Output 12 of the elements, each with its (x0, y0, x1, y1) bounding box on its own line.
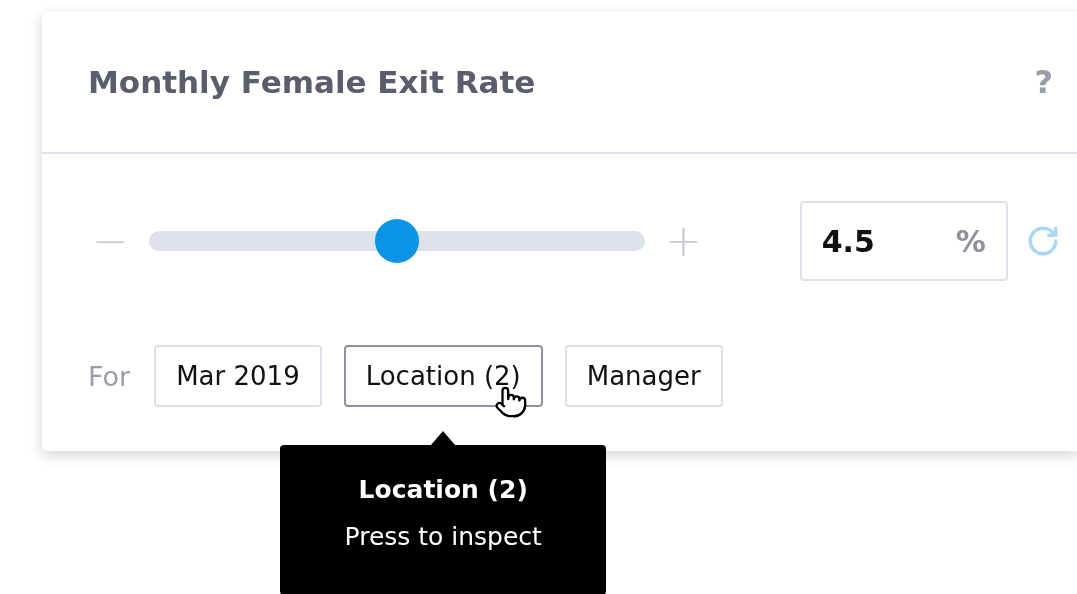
tooltip-title: Location (2) (358, 475, 528, 504)
value-input-field[interactable]: 4.5 % (799, 201, 1008, 281)
filter-label: For (88, 360, 131, 392)
value-text: 4.5 (821, 223, 875, 259)
filter-button[interactable]: Manager (564, 345, 723, 407)
unit-label: % (955, 223, 986, 259)
filter-button[interactable]: Location (2) (343, 345, 543, 407)
tooltip-text: Press to inspect (344, 522, 542, 551)
card-title: Monthly Female Exit Rate (88, 64, 536, 100)
filter-button[interactable]: Mar 2019 (154, 345, 322, 407)
slider-track[interactable] (148, 219, 645, 263)
slider-thumb[interactable] (374, 219, 419, 263)
